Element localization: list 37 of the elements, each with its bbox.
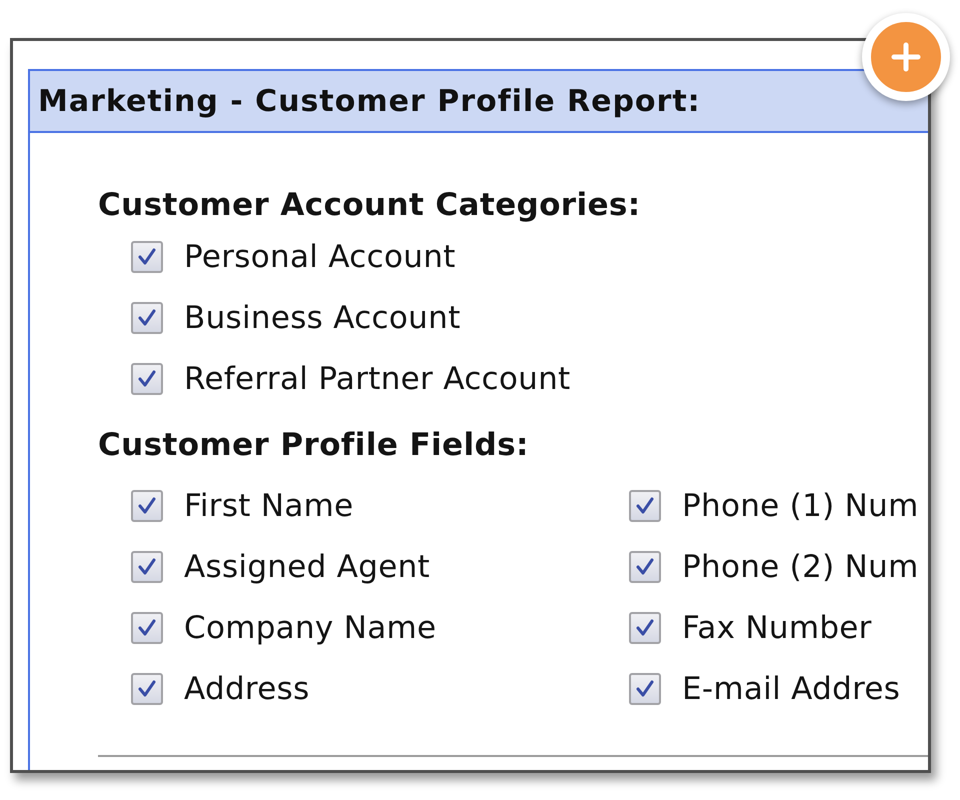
checkmark-icon [635,678,655,698]
checkmark-icon [137,246,157,266]
checkbox[interactable] [131,672,163,704]
checkbox[interactable] [131,362,163,394]
checkbox[interactable] [629,550,661,582]
panel-title: Marketing - Customer Profile Report: [38,84,701,118]
checkmark-icon [137,678,157,698]
checkbox-label: Referral Partner Account [184,360,570,396]
checkbox[interactable] [131,302,163,334]
checkbox-label: Phone (1) Num [682,488,919,524]
checkmark-icon [137,308,157,328]
checkbox[interactable] [629,672,661,704]
checkmark-icon [635,618,655,638]
checkbox[interactable] [629,490,661,522]
checkbox-label: Business Account [184,300,461,336]
checkbox-label: Fax Number [682,610,872,646]
checkbox-label: E-mail Addres [682,670,900,706]
checkbox-label: First Name [184,488,354,524]
section-heading: Customer Account Categories: [98,187,642,223]
plus-icon [891,42,921,72]
checkbox-label: Personal Account [184,238,456,274]
checkbox-label: Address [184,670,310,706]
checkbox[interactable] [131,550,163,582]
checkmark-icon [635,496,655,516]
checkbox[interactable] [131,612,163,644]
checkbox-label: Company Name [184,610,436,646]
checkmark-icon [137,368,157,388]
checkbox[interactable] [131,490,163,522]
checkbox-label: Phone (2) Num [682,548,919,584]
checkbox[interactable] [629,612,661,644]
checkbox[interactable] [131,240,163,272]
section-heading: Customer Profile Fields: [98,427,530,463]
checkmark-icon [137,556,157,576]
checkbox-label: Assigned Agent [184,548,430,584]
checkmark-icon [137,618,157,638]
checkmark-icon [635,556,655,576]
checkmark-icon [137,496,157,516]
